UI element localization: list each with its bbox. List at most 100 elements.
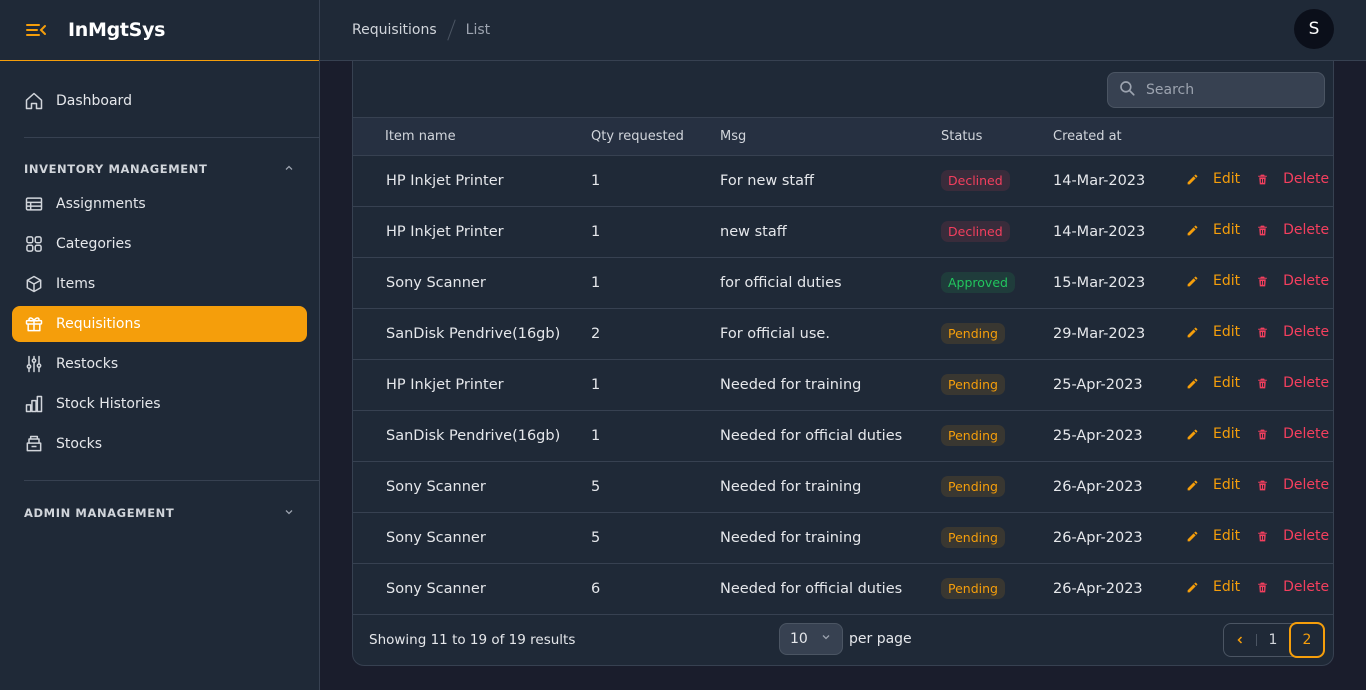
delete-button[interactable]: Delete bbox=[1256, 426, 1329, 442]
edit-button[interactable]: Edit bbox=[1186, 273, 1240, 289]
chevron-down-icon bbox=[283, 506, 295, 521]
sidebar-item-label: Requisitions bbox=[56, 316, 141, 332]
per-page-select[interactable]: 10 bbox=[779, 623, 843, 655]
page-button-2[interactable]: 2 bbox=[1289, 622, 1325, 658]
edit-label: Edit bbox=[1213, 273, 1241, 290]
edit-label: Edit bbox=[1213, 477, 1241, 494]
edit-button[interactable]: Edit bbox=[1186, 171, 1240, 187]
previous-page-button[interactable] bbox=[1224, 624, 1256, 656]
delete-button[interactable]: Delete bbox=[1256, 171, 1329, 187]
cell-created-at: 26-Apr-2023 bbox=[1053, 461, 1186, 513]
status-badge: Pending bbox=[941, 374, 1005, 395]
sidebar-item-categories[interactable]: Categories bbox=[12, 226, 307, 262]
sidebar-item-stocks[interactable]: Stocks bbox=[12, 426, 307, 462]
delete-button[interactable]: Delete bbox=[1256, 477, 1329, 493]
sidebar-item-dashboard[interactable]: Dashboard bbox=[12, 83, 307, 119]
delete-label: Delete bbox=[1283, 426, 1330, 443]
cell-msg: Needed for official duties bbox=[720, 563, 941, 615]
status-badge: Pending bbox=[941, 527, 1005, 548]
table-row: SanDisk Pendrive(16gb) 2 For official use.… bbox=[353, 308, 1333, 360]
status-badge: Pending bbox=[941, 476, 1005, 497]
column-header-msg[interactable]: Msg bbox=[720, 118, 941, 156]
app-name: InMgtSys bbox=[68, 19, 166, 41]
cell-status: Pending bbox=[941, 461, 1053, 513]
cell-actions: Edit Delete bbox=[1186, 512, 1333, 564]
table-row: Sony Scanner 5 Needed for training Pending 2… bbox=[353, 512, 1333, 564]
edit-button[interactable]: Edit bbox=[1186, 375, 1240, 391]
table-footer: Showing 11 to 19 of 19 results 10 per pa… bbox=[353, 614, 1333, 665]
sidebar-item-assignments[interactable]: Assignments bbox=[12, 186, 307, 222]
group-header-inventory[interactable]: INVENTORY MANAGEMENT bbox=[0, 154, 319, 184]
edit-label: Edit bbox=[1213, 579, 1241, 596]
delete-button[interactable]: Delete bbox=[1256, 579, 1329, 595]
column-header-qty[interactable]: Qty requested bbox=[591, 118, 720, 156]
delete-button[interactable]: Delete bbox=[1256, 273, 1329, 289]
edit-button[interactable]: Edit bbox=[1186, 324, 1240, 340]
brand-header: InMgtSys bbox=[0, 0, 319, 61]
chevron-down-icon bbox=[820, 631, 832, 647]
delete-button[interactable]: Delete bbox=[1256, 324, 1329, 340]
edit-label: Edit bbox=[1213, 324, 1241, 341]
pencil-icon bbox=[1186, 530, 1206, 543]
table-row: SanDisk Pendrive(16gb) 1 Needed for offici… bbox=[353, 410, 1333, 462]
user-avatar[interactable]: S bbox=[1294, 9, 1334, 49]
edit-button[interactable]: Edit bbox=[1186, 528, 1240, 544]
cell-actions: Edit Delete bbox=[1186, 308, 1333, 360]
status-badge: Pending bbox=[941, 425, 1005, 446]
delete-label: Delete bbox=[1283, 477, 1330, 494]
cube-icon bbox=[24, 274, 44, 294]
sidebar-item-label: Categories bbox=[56, 236, 132, 252]
delete-button[interactable]: Delete bbox=[1256, 528, 1329, 544]
delete-label: Delete bbox=[1283, 375, 1330, 392]
sidebar-item-requisitions[interactable]: Requisitions bbox=[12, 306, 307, 342]
breadcrumb-separator bbox=[446, 19, 456, 41]
trash-icon bbox=[1256, 377, 1276, 390]
sidebar-item-items[interactable]: Items bbox=[12, 266, 307, 302]
cell-qty: 5 bbox=[591, 512, 720, 564]
cell-actions: Edit Delete bbox=[1186, 410, 1333, 462]
delete-button[interactable]: Delete bbox=[1256, 375, 1329, 391]
pencil-icon bbox=[1186, 428, 1206, 441]
divider bbox=[24, 480, 319, 481]
cell-created-at: 29-Mar-2023 bbox=[1053, 308, 1186, 360]
edit-button[interactable]: Edit bbox=[1186, 426, 1240, 442]
column-header-item-name[interactable]: Item name bbox=[353, 118, 591, 156]
group-title: INVENTORY MANAGEMENT bbox=[24, 162, 208, 176]
edit-button[interactable]: Edit bbox=[1186, 222, 1240, 238]
collapse-menu-icon[interactable] bbox=[24, 18, 48, 42]
cell-qty: 1 bbox=[591, 410, 720, 462]
breadcrumb: Requisitions List bbox=[352, 19, 490, 41]
table-row: HP Inkjet Printer 1 For new staff Declined 1… bbox=[353, 155, 1333, 207]
cell-msg: Needed for training bbox=[720, 359, 941, 411]
breadcrumb-parent[interactable]: Requisitions bbox=[352, 22, 437, 38]
cell-created-at: 25-Apr-2023 bbox=[1053, 410, 1186, 462]
grid-icon bbox=[24, 234, 44, 254]
delete-label: Delete bbox=[1283, 171, 1330, 188]
cell-status: Pending bbox=[941, 308, 1053, 360]
sidebar-item-restocks[interactable]: Restocks bbox=[12, 346, 307, 382]
cell-created-at: 26-Apr-2023 bbox=[1053, 512, 1186, 564]
column-header-created-at[interactable]: Created at bbox=[1053, 118, 1186, 156]
cell-item-name: Sony Scanner bbox=[353, 563, 591, 615]
table-header-row: Item name Qty requested Msg Status Creat… bbox=[353, 118, 1333, 156]
cell-qty: 1 bbox=[591, 155, 720, 207]
column-header-actions bbox=[1186, 118, 1333, 156]
cell-actions: Edit Delete bbox=[1186, 206, 1333, 258]
requisitions-table-card: Item name Qty requested Msg Status Creat… bbox=[352, 61, 1334, 666]
search-input[interactable] bbox=[1146, 82, 1316, 98]
page-button-1[interactable]: 1 bbox=[1257, 624, 1289, 656]
pencil-icon bbox=[1186, 173, 1206, 186]
delete-button[interactable]: Delete bbox=[1256, 222, 1329, 238]
edit-button[interactable]: Edit bbox=[1186, 579, 1240, 595]
search-box[interactable] bbox=[1107, 72, 1325, 108]
column-header-status[interactable]: Status bbox=[941, 118, 1053, 156]
edit-button[interactable]: Edit bbox=[1186, 477, 1240, 493]
group-header-admin[interactable]: ADMIN MANAGEMENT bbox=[0, 498, 319, 528]
sidebar-item-stock-histories[interactable]: Stock Histories bbox=[12, 386, 307, 422]
cell-actions: Edit Delete bbox=[1186, 155, 1333, 207]
edit-label: Edit bbox=[1213, 528, 1241, 545]
cell-actions: Edit Delete bbox=[1186, 563, 1333, 615]
per-page-label: per page bbox=[849, 631, 912, 647]
cell-msg: Needed for training bbox=[720, 461, 941, 513]
cell-msg: For new staff bbox=[720, 155, 941, 207]
